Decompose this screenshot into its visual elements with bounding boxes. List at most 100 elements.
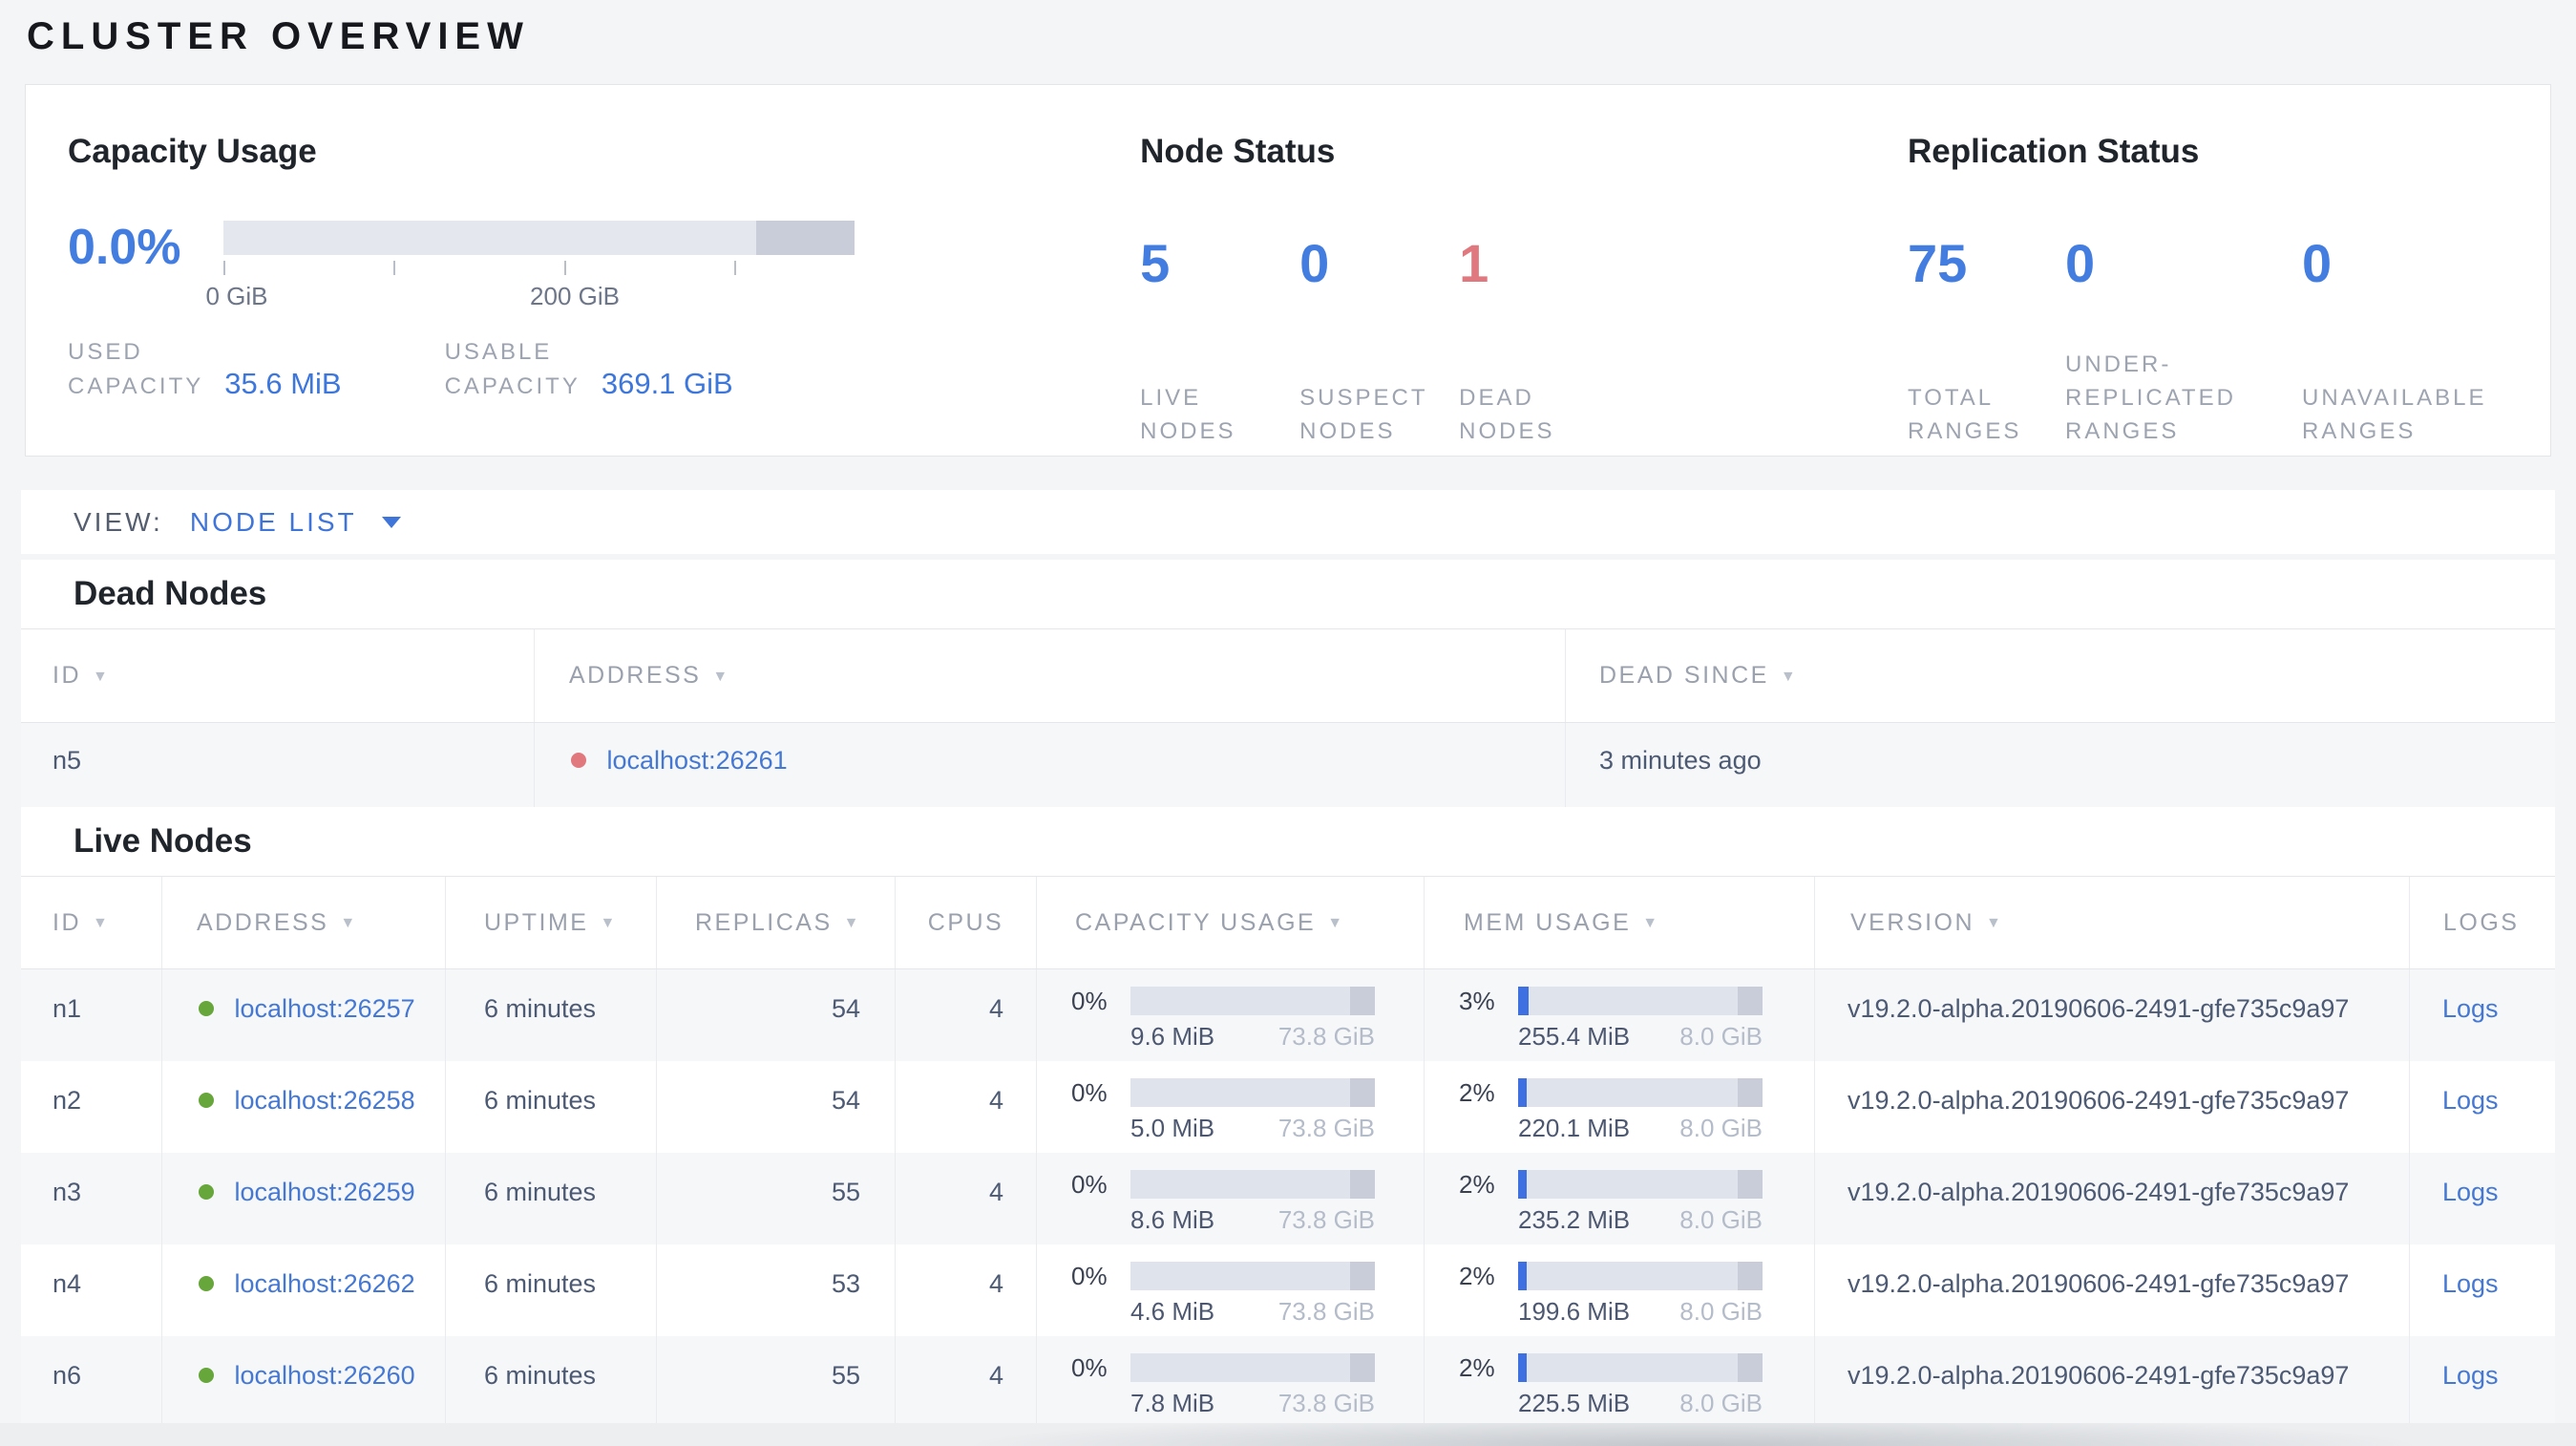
node-cpus: 4 <box>896 1336 1037 1423</box>
mem-used: 255.4 MiB <box>1518 1022 1631 1051</box>
mem-bar-fill <box>1518 987 1529 1015</box>
used-capacity-stat: USED CAPACITY 35.6 MiB <box>68 335 342 404</box>
sort-desc-icon: ▼ <box>843 915 862 931</box>
column-label: LOGS <box>2443 908 2520 936</box>
view-selector-dropdown[interactable]: NODE LIST <box>190 507 401 538</box>
col-version[interactable]: VERSION ▼ <box>1815 877 2410 968</box>
dead-nodes-heading: Dead Nodes <box>74 575 267 612</box>
node-address-link[interactable]: localhost:26259 <box>235 1178 415 1206</box>
node-address-cell: localhost:26257 <box>162 969 446 1061</box>
sort-desc-icon: ▼ <box>1986 915 2004 931</box>
column-label: ID <box>53 908 81 936</box>
mem-mini-bar <box>1518 1353 1763 1382</box>
mem-usage-cell: 2% 235.2 MiB 8.0 GiB <box>1425 1153 1815 1244</box>
column-label: ID <box>53 662 81 689</box>
capacity-used: 4.6 MiB <box>1130 1297 1215 1326</box>
suspect-nodes-label: SUSPECT NODES <box>1299 385 1428 444</box>
live-status-dot <box>199 1275 214 1291</box>
capacity-percent: 0% <box>1071 987 1108 1015</box>
node-address-cell: localhost:26259 <box>162 1153 446 1244</box>
logs-link[interactable]: Logs <box>2442 1361 2499 1390</box>
node-uptime: 6 minutes <box>446 1336 657 1423</box>
capacity-bar-reserved-segment <box>1350 1353 1375 1382</box>
mem-bar-fill <box>1518 1078 1527 1107</box>
node-cpus: 4 <box>896 1244 1037 1336</box>
mem-bar-fill <box>1518 1170 1527 1199</box>
node-address-link[interactable]: localhost:26261 <box>607 746 788 775</box>
mem-total: 8.0 GiB <box>1679 1022 1763 1051</box>
page-title: CLUSTER OVERVIEW <box>27 15 530 57</box>
node-id: n3 <box>21 1153 162 1244</box>
sort-desc-icon: ▼ <box>600 915 618 931</box>
logs-link[interactable]: Logs <box>2442 1086 2499 1115</box>
node-address-link[interactable]: localhost:26260 <box>235 1361 415 1390</box>
node-status-section: Node Status 5 LIVE NODES 0 SUSPECT NODES… <box>1102 85 1869 456</box>
logs-link[interactable]: Logs <box>2442 1178 2499 1206</box>
capacity-usage-cell: 0% 8.6 MiB 73.8 GiB <box>1037 1153 1425 1244</box>
node-address-link[interactable]: localhost:26258 <box>235 1086 415 1115</box>
node-replicas: 54 <box>657 1061 896 1153</box>
logs-link[interactable]: Logs <box>2442 1269 2499 1298</box>
mem-mini-bar <box>1518 1078 1763 1107</box>
usable-capacity-value: 369.1 GiB <box>601 367 733 400</box>
cluster-overview-page: CLUSTER OVERVIEW Capacity Usage 0.0% 0 G… <box>0 0 2576 1446</box>
logs-link[interactable]: Logs <box>2442 994 2499 1023</box>
live-nodes-stat: 5 LIVE NODES <box>1140 236 1299 448</box>
column-label: DEAD SINCE <box>1599 662 1769 689</box>
node-version: v19.2.0-alpha.20190606-2491-gfe735c9a97 <box>1815 1061 2410 1153</box>
col-uptime[interactable]: UPTIME ▼ <box>446 877 657 968</box>
capacity-percent: 0% <box>1071 1078 1108 1107</box>
mem-percent: 2% <box>1459 1170 1495 1199</box>
sort-desc-icon: ▼ <box>1327 915 1345 931</box>
dead-node-id: n5 <box>21 723 535 807</box>
node-uptime: 6 minutes <box>446 969 657 1061</box>
unavailable-label: UNAVAILABLE RANGES <box>2302 385 2487 444</box>
node-version: v19.2.0-alpha.20190606-2491-gfe735c9a97 <box>1815 1336 2410 1423</box>
mem-total: 8.0 GiB <box>1679 1389 1763 1417</box>
capacity-usage-title: Capacity Usage <box>68 133 317 170</box>
column-label: MEM USAGE <box>1464 908 1632 936</box>
table-row: n6 localhost:26260 6 minutes 55 4 0% 7.8… <box>21 1336 2555 1423</box>
mem-mini-bar <box>1518 1262 1763 1290</box>
dead-col-id[interactable]: ID ▼ <box>21 629 535 722</box>
chevron-down-icon <box>381 516 401 528</box>
mem-percent: 3% <box>1459 987 1495 1015</box>
node-uptime: 6 minutes <box>446 1244 657 1336</box>
dead-col-dead-since[interactable]: DEAD SINCE ▼ <box>1566 629 2555 722</box>
capacity-usage-cell: 0% 9.6 MiB 73.8 GiB <box>1037 969 1425 1061</box>
col-replicas[interactable]: REPLICAS ▼ <box>657 877 896 968</box>
column-label: CAPACITY USAGE <box>1075 908 1317 936</box>
col-id[interactable]: ID ▼ <box>21 877 162 968</box>
axis-tick-label: 200 GiB <box>530 282 620 310</box>
dead-col-address[interactable]: ADDRESS ▼ <box>535 629 1566 722</box>
col-capacity-usage[interactable]: CAPACITY USAGE ▼ <box>1037 877 1425 968</box>
col-mem-usage[interactable]: MEM USAGE ▼ <box>1425 877 1815 968</box>
node-logs-cell: Logs <box>2410 969 2555 1061</box>
capacity-used: 9.6 MiB <box>1130 1022 1215 1051</box>
mem-bar-reserved-segment <box>1738 1262 1763 1290</box>
capacity-percent: 0% <box>1071 1170 1108 1199</box>
node-address-link[interactable]: localhost:26257 <box>235 994 415 1023</box>
capacity-bar-reserved-segment <box>1350 1262 1375 1290</box>
node-address-cell: localhost:26262 <box>162 1244 446 1336</box>
node-id: n2 <box>21 1061 162 1153</box>
col-cpus[interactable]: CPUS <box>896 877 1037 968</box>
sort-desc-icon: ▼ <box>93 915 111 931</box>
axis-tick-label: 0 GiB <box>205 282 268 310</box>
node-id: n1 <box>21 969 162 1061</box>
unavailable-count: 0 <box>2302 233 2333 293</box>
column-label: VERSION <box>1850 908 1975 936</box>
table-row: n3 localhost:26259 6 minutes 55 4 0% 8.6… <box>21 1153 2555 1244</box>
mem-usage-cell: 3% 255.4 MiB 8.0 GiB <box>1425 969 1815 1061</box>
live-nodes-count: 5 <box>1140 233 1171 293</box>
node-address-link[interactable]: localhost:26262 <box>235 1269 415 1298</box>
capacity-bar: 0 GiB 200 GiB <box>205 221 855 314</box>
capacity-used: 5.0 MiB <box>1130 1114 1215 1142</box>
col-address[interactable]: ADDRESS ▼ <box>162 877 446 968</box>
total-ranges-stat: 75 TOTAL RANGES <box>1908 236 2065 448</box>
capacity-bar-reserved-segment <box>756 221 855 255</box>
capacity-usage-cell: 0% 7.8 MiB 73.8 GiB <box>1037 1336 1425 1423</box>
dead-nodes-stat: 1 DEAD NODES <box>1459 236 1618 448</box>
under-replicated-count: 0 <box>2065 233 2096 293</box>
table-row: n4 localhost:26262 6 minutes 53 4 0% 4.6… <box>21 1244 2555 1336</box>
